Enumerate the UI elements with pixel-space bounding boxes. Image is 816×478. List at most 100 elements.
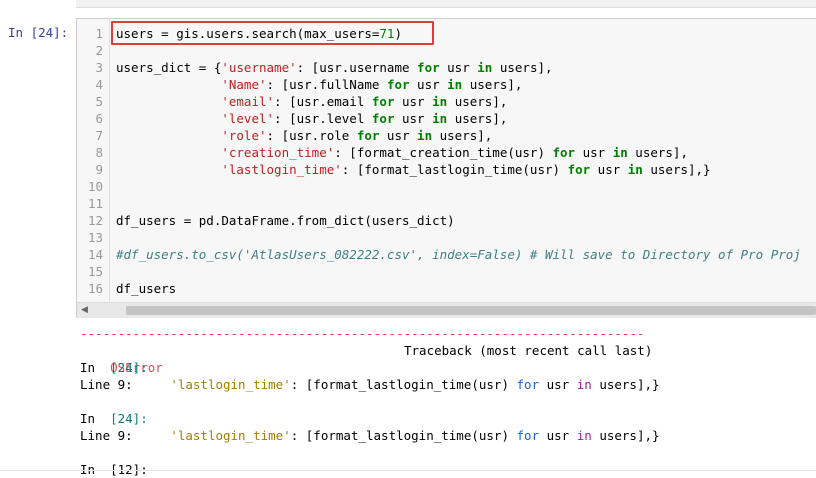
line-number: 4 (95, 77, 103, 92)
line-number: 5 (95, 94, 103, 109)
code-token: for (417, 60, 440, 75)
code-line[interactable]: 6 'level': [usr.level for usr in users], (77, 110, 816, 127)
code-cell-input[interactable]: 1 users = gis.users.search(max_users=71) 2… (76, 18, 816, 318)
code-text[interactable]: 'email': [usr.email for usr in users], (116, 93, 507, 110)
code-token: users], (462, 77, 523, 92)
code-text[interactable]: df_users (116, 280, 176, 297)
code-token: df_users = pd.DataFrame.from_dict(users_… (116, 213, 455, 228)
previous-cell-scrollbar[interactable] (76, 0, 816, 8)
frame-line-label: Line 9: (80, 428, 171, 443)
frame-code-token: in (576, 428, 592, 443)
code-line[interactable]: 5 'email': [usr.email for usr in users], (77, 93, 816, 110)
code-token: users], (627, 145, 688, 160)
code-token: usr (590, 162, 628, 177)
code-token: users_dict = { (116, 60, 222, 75)
frame-code-token: 'lastlogin_time' (170, 377, 291, 392)
code-token: usr (439, 60, 478, 75)
line-number: 3 (95, 60, 103, 75)
frame-code-token: : [format_lastlogin_time(usr) (290, 428, 517, 443)
code-token: usr (379, 128, 418, 143)
code-token: usr (575, 145, 613, 160)
code-line[interactable]: 15 (77, 263, 816, 280)
frame-code-token: users],} (591, 428, 660, 443)
line-number: 11 (87, 196, 103, 211)
code-text[interactable]: 'creation_time': [format_creation_time(u… (116, 144, 688, 161)
code-token: users], (447, 111, 508, 126)
code-line[interactable]: 4 'Name': [usr.fullName for usr in users… (77, 76, 816, 93)
top-area (0, 0, 816, 14)
frame-line-label: Line 9: (80, 377, 171, 392)
code-token: in (477, 60, 493, 75)
code-line[interactable]: 3 users_dict = {'username': [usr.username… (77, 59, 816, 76)
code-text[interactable]: 'role': [usr.role for usr in users], (116, 127, 492, 144)
code-text[interactable]: 'level': [usr.level for usr in users], (116, 110, 507, 127)
code-token: 'email' (221, 94, 275, 109)
line-number: 1 (95, 26, 103, 41)
code-token: in (627, 162, 643, 177)
line-number: 10 (87, 179, 103, 194)
code-token: 'level' (221, 111, 275, 126)
error-header: OSError (80, 342, 163, 375)
code-token: 'role' (221, 128, 267, 143)
code-token: 'username' (221, 60, 297, 75)
code-token: usr (394, 111, 433, 126)
code-line[interactable]: 8 'creation_time': [format_creation_time… (77, 144, 816, 161)
code-token: 'Name' (221, 77, 267, 92)
code-text[interactable]: 'Name': [usr.fullName for usr in users], (116, 76, 522, 93)
code-token: for (386, 77, 410, 92)
code-line[interactable]: 12 df_users = pd.DataFrame.from_dict(user… (77, 212, 816, 229)
code-token: usr (394, 94, 433, 109)
code-text[interactable]: 'lastlogin_time': [format_lastlogin_time… (116, 161, 711, 178)
code-text[interactable]: users_dict = {'username': [usr.username … (116, 59, 553, 76)
frame-code-token: usr (539, 377, 577, 392)
code-text[interactable]: df_users = pd.DataFrame.from_dict(users_… (116, 212, 455, 229)
code-text[interactable]: #df_users.to_csv('AtlasUsers_082222.csv'… (116, 246, 801, 263)
code-token: in (432, 94, 448, 109)
code-line[interactable]: 16 df_users (77, 280, 816, 297)
traceback-label: Traceback (most recent call last) (404, 343, 653, 358)
code-token: #df_users.to_csv('AtlasUsers_082222.csv'… (116, 247, 801, 262)
bottom-divider (0, 470, 816, 471)
frame-in-label: In [24]: (80, 359, 148, 376)
code-line[interactable]: 11 (77, 195, 816, 212)
frame-code-token: users],} (591, 377, 660, 392)
line-number: 8 (95, 145, 103, 160)
scrollbar-thumb[interactable] (126, 306, 816, 315)
code-token: users],} (642, 162, 711, 177)
code-token: for (356, 128, 380, 143)
line-number: 12 (87, 213, 103, 228)
code-token: for (567, 162, 591, 177)
frame-in-label: In [24]: (80, 410, 148, 427)
code-line[interactable]: 10 (77, 178, 816, 195)
code-line[interactable]: 14 #df_users.to_csv('AtlasUsers_082222.cs… (77, 246, 816, 263)
code-token: : [format_creation_time(usr) (334, 145, 553, 160)
line-number: 16 (87, 281, 103, 296)
code-line[interactable]: 13 (77, 229, 816, 246)
code-token: users], (447, 94, 508, 109)
code-token: in (432, 111, 448, 126)
frame-code-line: Line 9: 'lastlogin_time': [format_lastlo… (80, 376, 660, 393)
horizontal-scrollbar[interactable]: ◀ (77, 302, 816, 318)
code-token: in (417, 128, 433, 143)
code-token: in (447, 77, 463, 92)
code-line[interactable]: 7 'role': [usr.role for usr in users], (77, 127, 816, 144)
line-number: 14 (87, 247, 103, 262)
code-token: for (552, 145, 576, 160)
frame-code-token: for (516, 428, 540, 443)
line-number: 13 (87, 230, 103, 245)
code-token: : [usr.username (296, 60, 418, 75)
frame-code-line: Line 9: 'lastlogin_time': [format_lastlo… (80, 427, 660, 444)
code-token: in (612, 145, 628, 160)
frame-in-number: [24]: (110, 360, 148, 375)
code-token: for (371, 94, 395, 109)
frame-in-number: [24]: (110, 411, 148, 426)
input-prompt: In [24]: (8, 25, 69, 40)
code-line[interactable]: 9 'lastlogin_time': [format_lastlogin_ti… (77, 161, 816, 178)
scroll-left-arrow-icon[interactable]: ◀ (81, 305, 88, 315)
code-token: for (371, 111, 395, 126)
